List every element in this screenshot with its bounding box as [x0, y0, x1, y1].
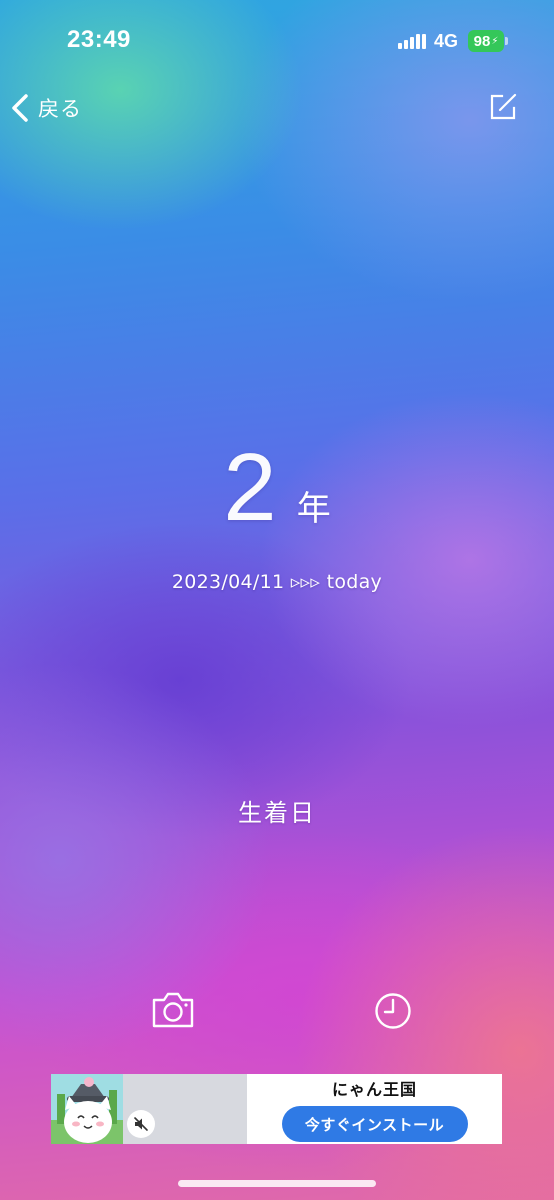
back-label: 戻る [38, 97, 82, 121]
camera-icon[interactable] [150, 990, 196, 1030]
ad-cat-thumbnail [51, 1074, 123, 1144]
clock-icon[interactable] [374, 992, 412, 1030]
ad-media[interactable] [51, 1074, 247, 1144]
charging-bolt-icon: ⚡ [491, 35, 499, 47]
edit-icon[interactable] [488, 92, 518, 122]
ad-title: にゃん王国 [331, 1080, 417, 1099]
home-indicator[interactable] [178, 1180, 376, 1187]
status-time: 23:49 [67, 26, 131, 53]
back-button[interactable]: 戻る [10, 88, 82, 128]
network-type: 4G [434, 31, 459, 51]
elapsed-counter: 2 年 [0, 440, 554, 536]
battery-nub [505, 37, 508, 45]
chevron-left-icon [12, 94, 28, 122]
speaker-muted-icon [134, 1117, 148, 1131]
signal-icon [398, 34, 426, 49]
status-bar: 23:49 4G 98 ⚡ [0, 0, 554, 80]
event-title: 生着日 [238, 799, 316, 827]
ad-mute-button[interactable] [127, 1110, 155, 1138]
date-range: 2023/04/11 ▹▹▹ today [171, 571, 383, 593]
elapsed-unit: 年 [296, 489, 331, 529]
battery-level: 98 [473, 32, 491, 50]
ad-info: にゃん王国 今すぐインストール [247, 1074, 502, 1144]
ad-banner[interactable]: にゃん王国 今すぐインストール [51, 1074, 502, 1144]
battery-icon: 98 ⚡ [468, 30, 504, 52]
background-gradient [0, 0, 554, 1200]
ad-install-button[interactable]: 今すぐインストール [281, 1106, 468, 1142]
elapsed-value: 2 [223, 434, 277, 541]
